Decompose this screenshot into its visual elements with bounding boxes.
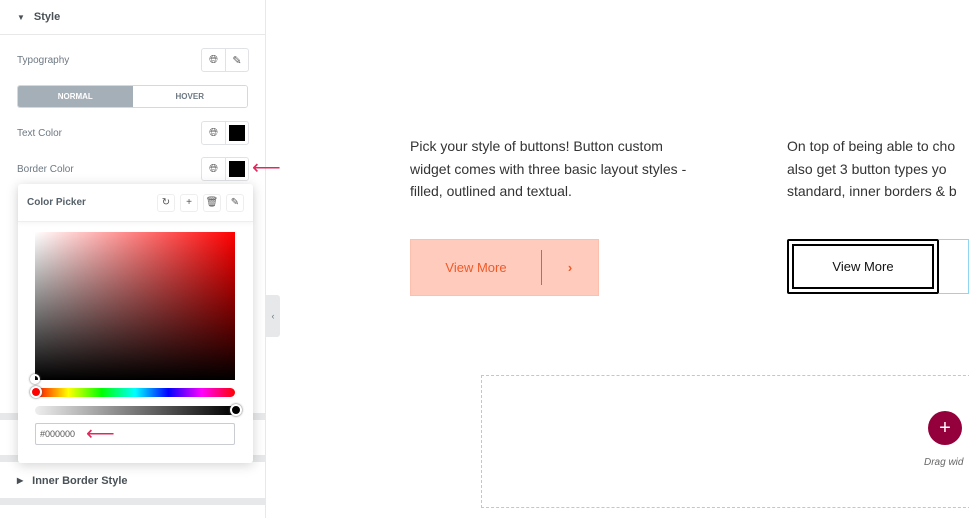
text-color-label: Text Color xyxy=(17,128,63,139)
globe-icon[interactable]: 🌐︎ xyxy=(202,49,225,71)
section-title: Style xyxy=(33,11,61,23)
tab-normal[interactable]: NORMAL xyxy=(18,86,133,107)
text-line: widget comes with three basic layout sty… xyxy=(410,160,687,177)
hue-handle[interactable] xyxy=(30,386,42,398)
globe-icon[interactable]: 🌐︎ xyxy=(202,122,225,144)
eyedropper-icon[interactable]: ✎ xyxy=(226,193,244,212)
annotation-arrow-icon: ⟵ xyxy=(86,423,115,445)
text-line: filled, outlined and textual. xyxy=(410,183,572,199)
text-line: also get 3 button types yo xyxy=(787,160,947,177)
typography-controls: 🌐︎ ✎ xyxy=(201,48,249,72)
hex-input[interactable]: #000000 xyxy=(35,423,235,445)
button-label: View More xyxy=(445,260,507,275)
state-tabs: NORMAL HOVER xyxy=(17,85,248,108)
reset-icon[interactable]: ↻ xyxy=(157,193,175,212)
caret-down-icon: ▼ xyxy=(17,12,25,22)
drag-widget-hint: Drag wid xyxy=(924,457,964,468)
plus-icon: + xyxy=(939,416,951,439)
collapse-panel-toggle[interactable]: ‹ xyxy=(266,295,280,337)
saturation-handle[interactable] xyxy=(30,374,40,384)
caret-right-icon: ▶ xyxy=(17,476,24,485)
alpha-handle[interactable] xyxy=(230,404,242,416)
globe-icon[interactable]: 🌐︎ xyxy=(202,158,225,180)
hue-slider[interactable] xyxy=(35,388,235,397)
plus-icon[interactable]: + xyxy=(180,193,198,212)
color-picker-title: Color Picker xyxy=(27,197,86,208)
drop-zone[interactable] xyxy=(481,375,969,508)
border-color-controls: 🌐︎ xyxy=(201,157,249,181)
inner-border-view-more-button[interactable]: View More xyxy=(787,239,939,294)
annotation-arrow-icon: ⟵ xyxy=(252,157,281,179)
alpha-slider[interactable] xyxy=(35,406,235,415)
description-2: On top of being able to cho also get 3 b… xyxy=(787,135,969,203)
section-title: Inner Border Style xyxy=(32,474,128,487)
divider xyxy=(0,498,265,505)
border-color-swatch[interactable] xyxy=(225,158,248,180)
typography-label: Typography xyxy=(17,55,70,66)
filled-view-more-button[interactable]: View More › xyxy=(410,239,599,296)
saturation-area[interactable] xyxy=(35,232,235,380)
description-1: Pick your style of buttons! Button custo… xyxy=(410,135,686,203)
text-line: On top of being able to cho xyxy=(787,138,956,154)
button-label: View More xyxy=(792,244,934,289)
color-picker-popup: Color Picker ↻ + 🗑︎ ✎ #000000 xyxy=(18,184,253,463)
style-section-header[interactable]: ▼ Style xyxy=(0,0,265,35)
border-color-label: Border Color xyxy=(17,164,74,175)
trash-icon[interactable]: 🗑︎ xyxy=(203,193,221,212)
pencil-icon[interactable]: ✎ xyxy=(225,49,248,71)
text-color-controls: 🌐︎ xyxy=(201,121,249,145)
text-line: Pick your style of buttons! Button custo… xyxy=(410,138,663,154)
add-section-button[interactable]: + xyxy=(928,411,962,445)
text-line: standard, inner borders & b xyxy=(787,183,957,199)
inner-border-section-header[interactable]: ▶ Inner Border Style xyxy=(0,463,265,498)
selected-widget-outline xyxy=(939,239,969,294)
chevron-right-icon: › xyxy=(567,260,573,275)
text-color-swatch[interactable] xyxy=(225,122,248,144)
tab-hover[interactable]: HOVER xyxy=(132,86,247,107)
chevron-left-icon: ‹ xyxy=(271,311,275,321)
